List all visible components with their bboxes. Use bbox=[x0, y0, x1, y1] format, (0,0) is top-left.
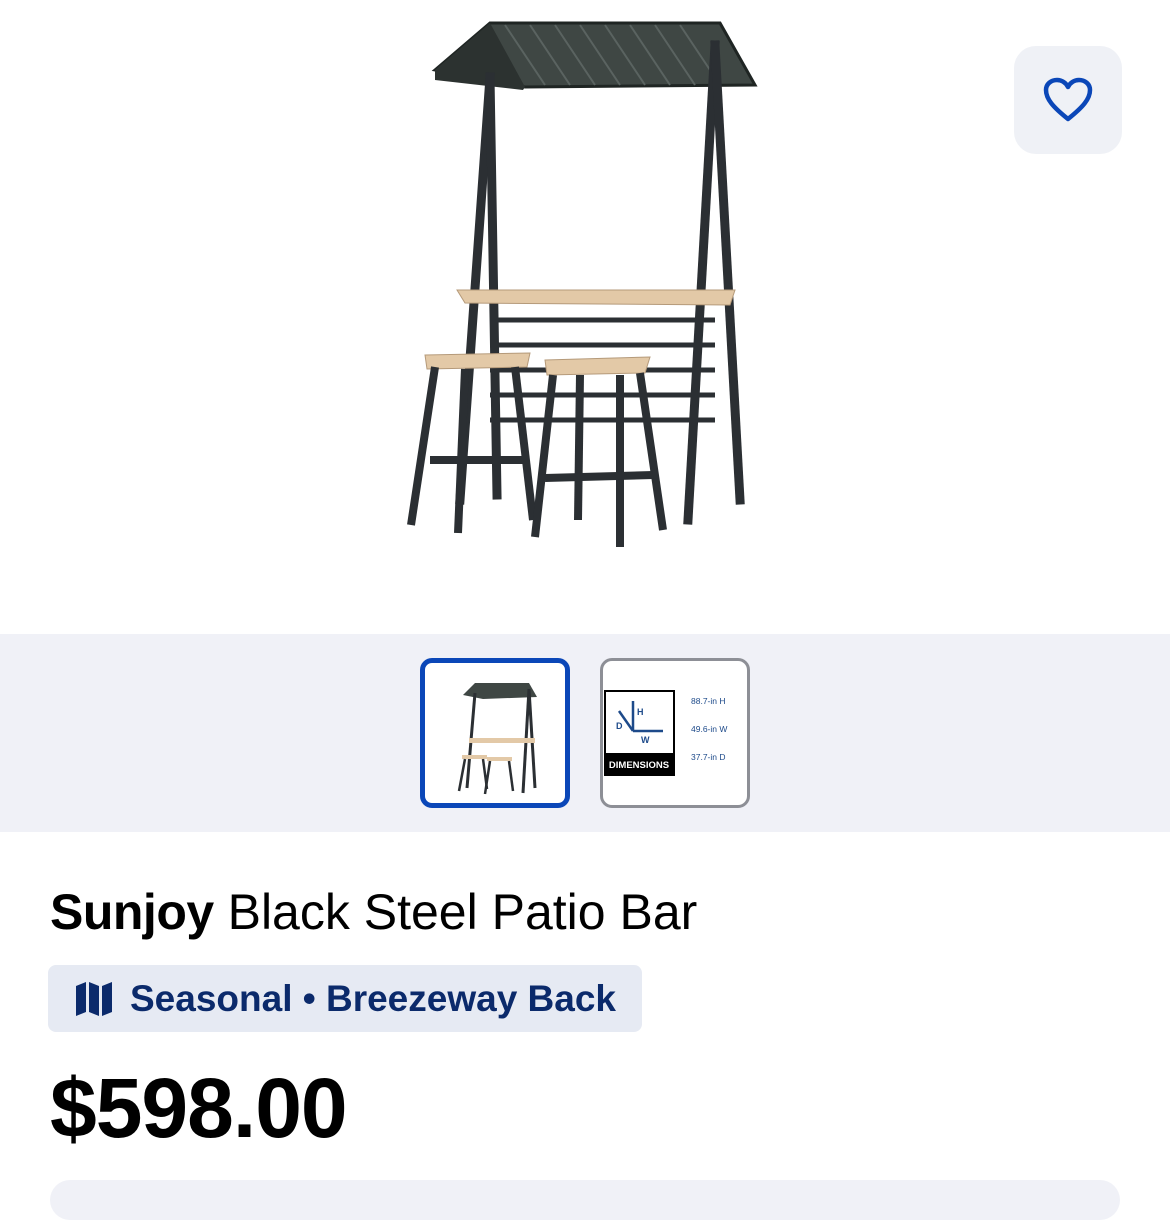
product-title: Sunjoy Black Steel Patio Bar bbox=[50, 880, 1130, 944]
thumbnail-strip: H D W DIMENSIONS 88.7-in H 49.6-in W 37.… bbox=[0, 634, 1170, 832]
dimension-axis-h: H bbox=[637, 707, 644, 717]
map-icon bbox=[74, 980, 114, 1018]
next-section-card bbox=[50, 1180, 1120, 1220]
product-brand[interactable]: Sunjoy bbox=[50, 884, 214, 940]
thumbnail-product-image bbox=[457, 683, 537, 795]
product-info: Sunjoy Black Steel Patio Bar bbox=[50, 880, 1130, 944]
product-price: $598.00 bbox=[50, 1061, 348, 1155]
product-image[interactable] bbox=[395, 15, 765, 555]
store-location-text: Seasonal • Breezeway Back bbox=[130, 977, 617, 1019]
dimension-spec-width: 49.6-in W bbox=[691, 724, 727, 734]
thumbnail-dimensions-image: H D W DIMENSIONS 88.7-in H 49.6-in W 37.… bbox=[604, 690, 727, 776]
product-name: Black Steel Patio Bar bbox=[227, 884, 698, 940]
dimensions-tag: DIMENSIONS bbox=[609, 760, 669, 771]
favorite-button[interactable] bbox=[1014, 46, 1122, 154]
dimension-spec-depth: 37.7-in D bbox=[691, 752, 726, 762]
dimension-spec-height: 88.7-in H bbox=[691, 696, 726, 706]
thumbnail-dimensions[interactable]: H D W DIMENSIONS 88.7-in H 49.6-in W 37.… bbox=[600, 658, 750, 808]
heart-outline-icon bbox=[1043, 77, 1093, 122]
product-hero bbox=[0, 0, 1170, 634]
dimension-axis-w: W bbox=[641, 735, 650, 745]
store-location-badge[interactable]: Seasonal • Breezeway Back bbox=[48, 965, 643, 1032]
thumbnail-product[interactable] bbox=[420, 658, 570, 808]
dimension-axis-d: D bbox=[616, 721, 623, 731]
